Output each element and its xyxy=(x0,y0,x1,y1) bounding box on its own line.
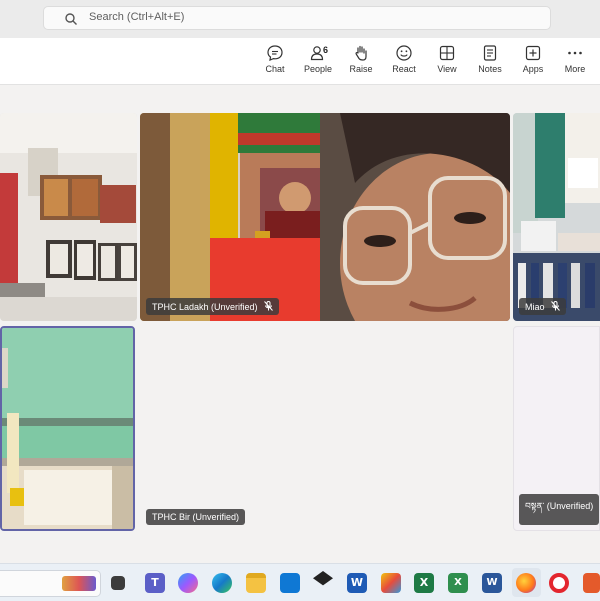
video-stage: TPHC Ladakh (Unverified) Miao TPHC Bir (… xyxy=(0,85,600,563)
video-tile-room[interactable] xyxy=(0,113,137,321)
people-button[interactable]: 6 People xyxy=(296,44,340,82)
mic-off-icon xyxy=(263,301,273,311)
chat-button[interactable]: Chat xyxy=(253,44,297,82)
search-highlight-image xyxy=(62,576,96,591)
raise-label: Raise xyxy=(349,64,373,74)
participant-name: Miao xyxy=(525,302,545,312)
room-video-feed xyxy=(0,113,137,321)
apps-label: Apps xyxy=(522,64,544,74)
react-button[interactable]: React xyxy=(382,44,426,82)
word-alt-icon[interactable]: W xyxy=(482,573,502,593)
video-tile-miao[interactable]: Miao xyxy=(513,113,600,321)
search-box[interactable]: Search (Ctrl+Alt+E) xyxy=(43,6,551,30)
windows-taskbar: T W X X W xyxy=(0,563,600,601)
video-tile-ladakh[interactable]: TPHC Ladakh (Unverified) xyxy=(140,113,510,321)
emoji-icon xyxy=(396,45,412,61)
more-button[interactable]: More xyxy=(553,44,597,82)
more-label: More xyxy=(564,64,586,74)
name-tag-ladakh: TPHC Ladakh (Unverified) xyxy=(146,298,279,315)
notes-button[interactable]: Notes xyxy=(468,44,512,82)
task-view-icon[interactable] xyxy=(111,576,125,590)
name-tag-miao: Miao xyxy=(519,298,566,315)
teams-icon[interactable]: T xyxy=(145,573,165,593)
view-label: View xyxy=(437,64,457,74)
notes-icon xyxy=(483,45,497,61)
people-count: 6 xyxy=(323,45,329,55)
notes-label: Notes xyxy=(478,64,502,74)
people-label: People xyxy=(303,64,333,74)
word-icon[interactable]: W xyxy=(347,573,367,593)
miao-video-feed xyxy=(513,113,600,321)
participant-name: TPHC Bir (Unverified) xyxy=(152,512,240,522)
taskbar-search-box[interactable] xyxy=(0,570,101,597)
edge-icon[interactable] xyxy=(212,573,232,593)
apps-button[interactable]: Apps xyxy=(511,44,555,82)
video-tile-tibetan[interactable]: བསྟན་ (Unverified) xyxy=(513,326,600,531)
title-bar: Search (Ctrl+Alt+E) xyxy=(0,0,600,38)
more-icon xyxy=(568,51,582,55)
outlook-icon[interactable] xyxy=(280,573,300,593)
name-tag-bir: TPHC Bir (Unverified) xyxy=(146,509,246,525)
name-tag-tibetan: བསྟན་ (Unverified) xyxy=(519,494,599,525)
file-explorer-icon[interactable] xyxy=(246,573,266,593)
chat-label: Chat xyxy=(265,64,285,74)
firefox-icon[interactable] xyxy=(516,573,536,593)
copilot-icon[interactable] xyxy=(178,573,198,593)
chat-icon xyxy=(267,45,283,61)
participant-name: བསྟན་ (Unverified) xyxy=(525,501,594,511)
mic-off-icon xyxy=(550,301,560,311)
dropbox-icon[interactable] xyxy=(313,571,333,586)
excel-alt-icon[interactable]: X xyxy=(448,573,468,593)
hand-icon xyxy=(355,45,367,61)
video-tile-bir[interactable]: TPHC Bir (Unverified) xyxy=(140,326,510,531)
paint-icon[interactable] xyxy=(381,573,401,593)
meeting-toolbar: Chat 6 People Raise React View Notes App… xyxy=(0,38,600,85)
grid-view-icon xyxy=(439,45,455,61)
search-placeholder: Search (Ctrl+Alt+E) xyxy=(89,11,185,23)
react-label: React xyxy=(392,64,416,74)
app-icon[interactable] xyxy=(583,573,600,593)
video-tile-active-speaker[interactable] xyxy=(0,326,135,531)
raise-hand-button[interactable]: Raise xyxy=(339,44,383,82)
active-speaker-video-feed xyxy=(2,328,133,529)
view-button[interactable]: View xyxy=(425,44,469,82)
participant-name: TPHC Ladakh (Unverified) xyxy=(152,302,258,312)
opera-icon[interactable] xyxy=(549,573,569,593)
search-icon xyxy=(65,13,77,25)
add-apps-icon xyxy=(525,45,541,61)
excel-icon[interactable]: X xyxy=(414,573,434,593)
ladakh-video-feed xyxy=(140,113,510,321)
